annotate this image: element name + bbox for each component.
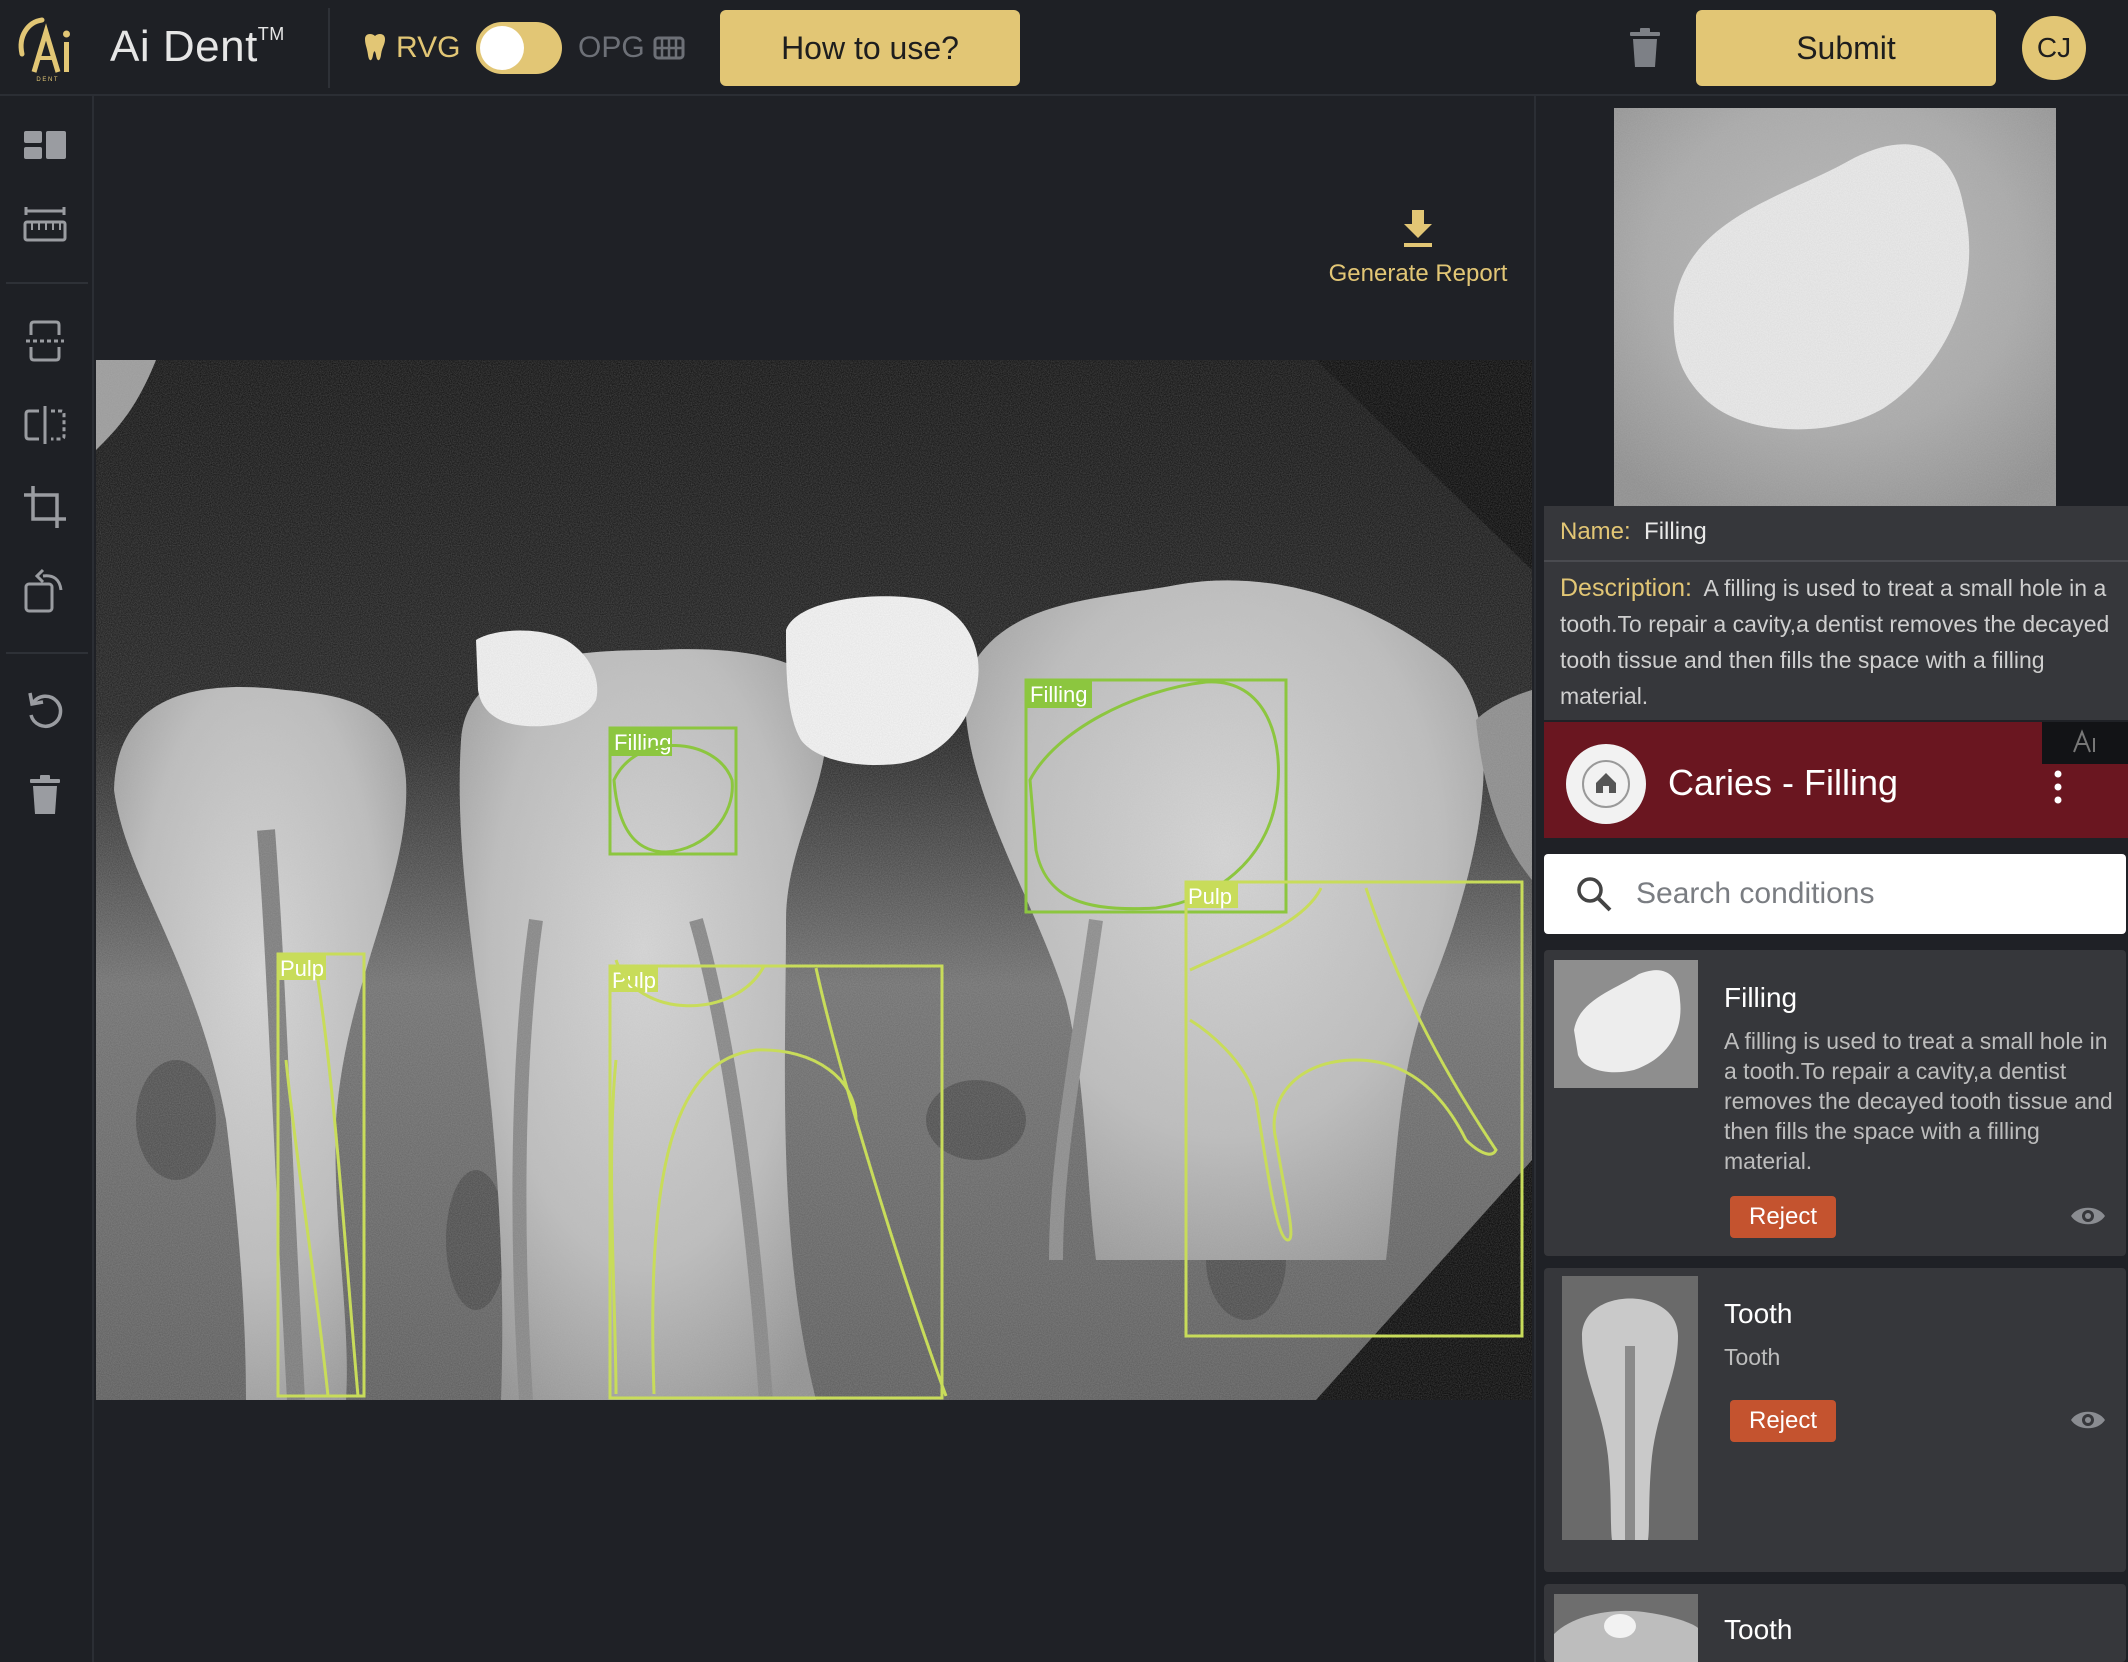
condition-title: Tooth (1724, 1614, 1793, 1645)
condition-description: A filling is used to treat a small hole … (1724, 1028, 2113, 1174)
name-value: Filling (1644, 518, 1707, 545)
condition-thumbnail (1554, 960, 1698, 1088)
visibility-icon[interactable] (2070, 1204, 2106, 1228)
download-icon (1404, 210, 1432, 247)
visibility-icon[interactable] (2070, 1408, 2106, 1432)
generate-report-label: Generate Report (1328, 260, 1508, 287)
trademark: TM (257, 24, 285, 44)
svg-text:D E N T: D E N T (36, 77, 58, 82)
teeth-grid-icon (653, 36, 685, 60)
mode-rvg-label[interactable]: RVG (362, 28, 460, 68)
condition-title: Tooth (1724, 1298, 1793, 1329)
top-bar: D E N T Ai DentTM RVG OPG How to use? Su… (0, 0, 2128, 96)
flip-vertical-tool[interactable] (20, 316, 70, 366)
condition-card[interactable]: Tooth (1544, 1584, 2126, 1662)
rotate-tool[interactable] (20, 566, 70, 616)
ruler-tool[interactable] (20, 200, 70, 250)
condition-thumbnail (1562, 1276, 1698, 1540)
ruler-icon (23, 207, 67, 242)
undo-tool[interactable] (20, 686, 70, 736)
reject-button[interactable]: Reject (1730, 1400, 1836, 1442)
annotation-label: Filling (1030, 682, 1087, 707)
ai-watermark-icon (2073, 729, 2095, 753)
video-title: Caries - Filling (1668, 762, 1899, 803)
flip-horizontal-tool[interactable] (20, 400, 70, 450)
annotation-label: Pulp (612, 968, 656, 993)
description-key: Description: (1560, 574, 1692, 602)
user-avatar[interactable]: CJ (2022, 16, 2086, 80)
condition-description: Tooth (1724, 1344, 1781, 1370)
search-icon (1577, 877, 1612, 912)
toolbar-divider (6, 282, 88, 284)
channel-logo (1566, 744, 1646, 824)
toolbar-divider (6, 652, 88, 654)
app-title: Ai DentTM (110, 22, 285, 72)
dental-logo-icon (1582, 760, 1630, 808)
crop-tool[interactable] (20, 482, 70, 532)
undo-icon (28, 692, 63, 728)
rvg-text: RVG (396, 31, 461, 64)
rotate-icon (24, 568, 63, 613)
annotation-label: Pulp (280, 956, 324, 981)
tooth-icon (365, 34, 385, 61)
condition-card[interactable]: Tooth Tooth Reject (1544, 1268, 2126, 1572)
generate-report-button[interactable]: Generate Report (1320, 210, 1516, 290)
trash-icon (30, 775, 60, 814)
delete-tool[interactable] (20, 770, 70, 820)
condition-thumbnail (1554, 1594, 1698, 1662)
divider (328, 8, 330, 88)
finding-detail-box: Name: Filling Description: A filling is … (1544, 506, 2128, 720)
ai-dent-logo: D E N T (18, 17, 70, 82)
xray-image[interactable]: Filling Filling Pulp Pulp Pulp (96, 360, 1532, 1400)
layout-icon (24, 131, 66, 159)
divider (1544, 560, 2128, 562)
condition-card[interactable]: Filling A filling is used to treat a sma… (1544, 950, 2126, 1256)
flip-vertical-icon (26, 320, 64, 362)
opg-text: OPG (578, 31, 645, 64)
toggle-knob (480, 26, 524, 70)
annotation-label: Pulp (1188, 884, 1232, 909)
watermark-logo (2042, 722, 2128, 764)
how-to-use-button[interactable]: How to use? (720, 10, 1020, 86)
name-key: Name: (1560, 518, 1631, 545)
finding-name: Name: Filling (1560, 518, 1707, 546)
more-options-icon[interactable] (2054, 770, 2062, 804)
reject-button[interactable]: Reject (1730, 1196, 1836, 1238)
finding-description: Description: A filling is used to treat … (1560, 570, 2116, 714)
layout-tool[interactable] (20, 120, 70, 170)
flip-horizontal-icon (24, 406, 66, 444)
app-name: Ai Dent (110, 22, 258, 71)
submit-button[interactable]: Submit (1696, 10, 1996, 86)
left-toolbar (0, 96, 94, 1662)
mode-toggle[interactable] (476, 22, 562, 74)
video-card[interactable]: Caries - Filling (1544, 722, 2128, 838)
app-root: D E N T Ai DentTM RVG OPG How to use? Su… (0, 0, 2128, 1662)
crop-icon (24, 486, 66, 528)
search-input[interactable] (1636, 864, 2106, 924)
selected-finding-preview (1614, 108, 2056, 506)
condition-title: Filling (1724, 982, 1798, 1013)
search-conditions-box (1544, 854, 2126, 934)
mode-opg-label[interactable]: OPG (578, 28, 685, 68)
delete-icon[interactable] (1628, 28, 1662, 68)
